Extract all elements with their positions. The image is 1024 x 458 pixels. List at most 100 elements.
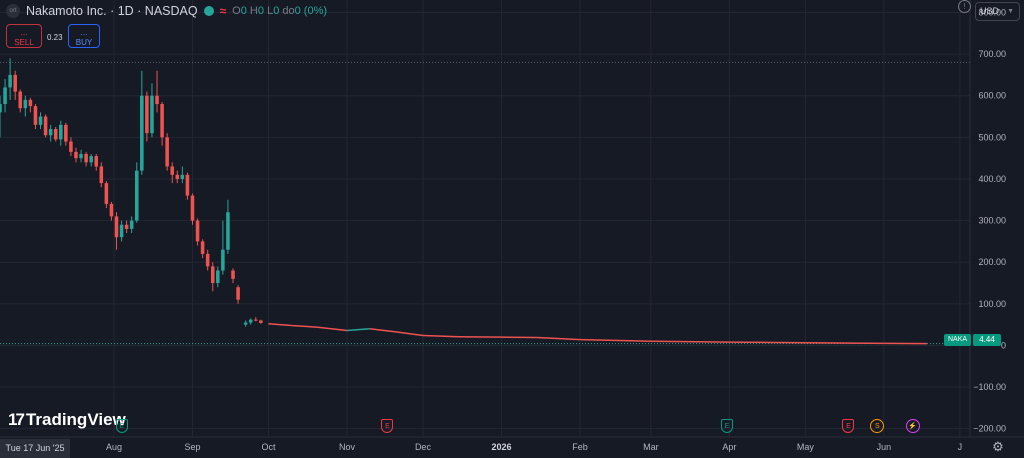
candle-body[interactable] bbox=[104, 183, 109, 204]
price-tick-label: 200.00 bbox=[978, 257, 1006, 267]
candle-body[interactable] bbox=[8, 74, 12, 88]
price-tick-label: 300.00 bbox=[978, 216, 1006, 226]
candle-body[interactable] bbox=[205, 253, 210, 267]
candle-body[interactable] bbox=[18, 91, 23, 109]
candle-body[interactable] bbox=[53, 129, 58, 140]
price-tick-label: 600.00 bbox=[978, 91, 1006, 101]
candle-body[interactable] bbox=[145, 95, 149, 134]
candle-body[interactable] bbox=[129, 220, 134, 229]
sell-label: SELL bbox=[14, 38, 34, 47]
candle-body[interactable] bbox=[175, 174, 180, 179]
time-tick-label: May bbox=[797, 442, 815, 452]
buy-button[interactable]: ... BUY bbox=[68, 24, 100, 48]
price-tick-label: 400.00 bbox=[978, 174, 1006, 184]
candle-body[interactable] bbox=[94, 156, 99, 167]
price-tick-label: 100.00 bbox=[978, 299, 1006, 309]
candle-body[interactable] bbox=[84, 153, 88, 163]
tradingview-logo[interactable]: 17 TradingView bbox=[8, 410, 126, 430]
candle-body[interactable] bbox=[160, 104, 164, 138]
ohlc-values: O0 H0 L0 do0 (0%) bbox=[232, 5, 328, 17]
candle-body[interactable] bbox=[134, 170, 139, 221]
candle-body[interactable] bbox=[140, 95, 144, 171]
gear-icon[interactable]: ⚙ bbox=[991, 440, 1005, 454]
time-tick-label: J bbox=[958, 442, 963, 452]
price-tick-label: 500.00 bbox=[978, 132, 1006, 142]
candle-body[interactable] bbox=[3, 87, 7, 105]
candle-body[interactable] bbox=[28, 99, 33, 107]
tradingview-mark-icon: 17 bbox=[8, 410, 25, 429]
chevron-down-icon: ▼ bbox=[1007, 8, 1014, 15]
candle-body[interactable] bbox=[114, 216, 119, 238]
candle-body[interactable] bbox=[165, 137, 169, 167]
symbol-price-tag: NAKA bbox=[944, 334, 971, 346]
info-icon[interactable]: ! bbox=[958, 0, 971, 13]
currency-dropdown[interactable]: USD ▼ bbox=[975, 2, 1020, 21]
candle-body[interactable] bbox=[248, 319, 253, 323]
candle-body[interactable] bbox=[243, 322, 248, 325]
candle-body[interactable] bbox=[190, 195, 195, 221]
time-tick-label: Mar bbox=[643, 442, 659, 452]
sell-button[interactable]: ... SELL bbox=[6, 24, 42, 48]
time-tick-label: Dec bbox=[415, 442, 432, 452]
candle-body[interactable] bbox=[0, 104, 2, 113]
candle-body[interactable] bbox=[150, 95, 154, 134]
market-status-icon[interactable] bbox=[203, 6, 214, 16]
candle-body[interactable] bbox=[64, 124, 68, 142]
candle-body[interactable] bbox=[231, 270, 235, 279]
price-line-segment bbox=[650, 340, 730, 343]
time-tick-label: Jun bbox=[877, 442, 892, 452]
currency-label: USD bbox=[980, 6, 1000, 16]
candle-body[interactable] bbox=[200, 241, 205, 254]
candle-body[interactable] bbox=[109, 203, 114, 217]
spread-value: 0.23 bbox=[47, 33, 63, 42]
candle-body[interactable] bbox=[236, 287, 240, 300]
candle-body[interactable] bbox=[43, 116, 48, 136]
candle-body[interactable] bbox=[119, 224, 124, 238]
candle-body[interactable] bbox=[226, 212, 230, 250]
candle-body[interactable] bbox=[13, 74, 17, 92]
time-tick-label: Feb bbox=[572, 442, 588, 452]
indicator-wave-icon[interactable]: ≈ bbox=[220, 4, 227, 18]
tradingview-brand: TradingView bbox=[25, 410, 126, 429]
price-tick-label: 0 bbox=[1001, 340, 1006, 350]
candle-body[interactable] bbox=[155, 95, 159, 105]
time-tick-label: Nov bbox=[339, 442, 356, 452]
candle-body[interactable] bbox=[38, 116, 43, 125]
chart-background bbox=[0, 0, 1024, 458]
candle-body[interactable] bbox=[180, 174, 185, 179]
candle-body[interactable] bbox=[99, 166, 104, 184]
price-line-segment bbox=[729, 341, 806, 344]
price-tick-label: −200.00 bbox=[973, 424, 1006, 434]
candle-body[interactable] bbox=[89, 156, 93, 163]
candle-body[interactable] bbox=[59, 124, 63, 140]
candle-body[interactable] bbox=[185, 174, 190, 196]
candle-body[interactable] bbox=[33, 106, 38, 125]
candle-body[interactable] bbox=[210, 266, 215, 284]
candle-body[interactable] bbox=[221, 249, 225, 271]
news-event-icon[interactable]: ⚡ bbox=[905, 419, 920, 433]
candle-body[interactable] bbox=[79, 153, 83, 159]
time-tick-label: Sep bbox=[184, 442, 200, 452]
candle-body[interactable] bbox=[23, 99, 28, 109]
candle-body[interactable] bbox=[259, 320, 263, 323]
price-tick-label: −100.00 bbox=[973, 382, 1006, 392]
last-price-tag: 4.44 bbox=[973, 334, 1001, 346]
price-line-segment bbox=[805, 341, 884, 345]
symbol-title[interactable]: Nakamoto Inc. · 1D · NASDAQ bbox=[26, 4, 198, 18]
earnings-event-icon[interactable]: E bbox=[720, 419, 733, 433]
candle-body[interactable] bbox=[74, 151, 78, 159]
candle-body[interactable] bbox=[195, 220, 200, 242]
candle-body[interactable] bbox=[254, 319, 258, 321]
candle-body[interactable] bbox=[216, 270, 220, 284]
symbol-legend[interactable]: ort Nakamoto Inc. · 1D · NASDAQ ≈ O0 H0 … bbox=[6, 4, 327, 18]
candle-body[interactable] bbox=[170, 166, 174, 175]
candle-body[interactable] bbox=[124, 224, 129, 229]
time-tick-label: Aug bbox=[106, 442, 122, 452]
time-tick-label: Oct bbox=[261, 442, 276, 452]
sell-price: ... bbox=[20, 28, 28, 37]
earnings-event-icon[interactable]: E bbox=[115, 419, 128, 433]
candle-body[interactable] bbox=[69, 141, 73, 152]
candle-body[interactable] bbox=[48, 129, 53, 136]
price-chart[interactable]: 800.00700.00600.00500.00400.00300.00200.… bbox=[0, 0, 1024, 458]
price-tick-label: 700.00 bbox=[978, 49, 1006, 59]
